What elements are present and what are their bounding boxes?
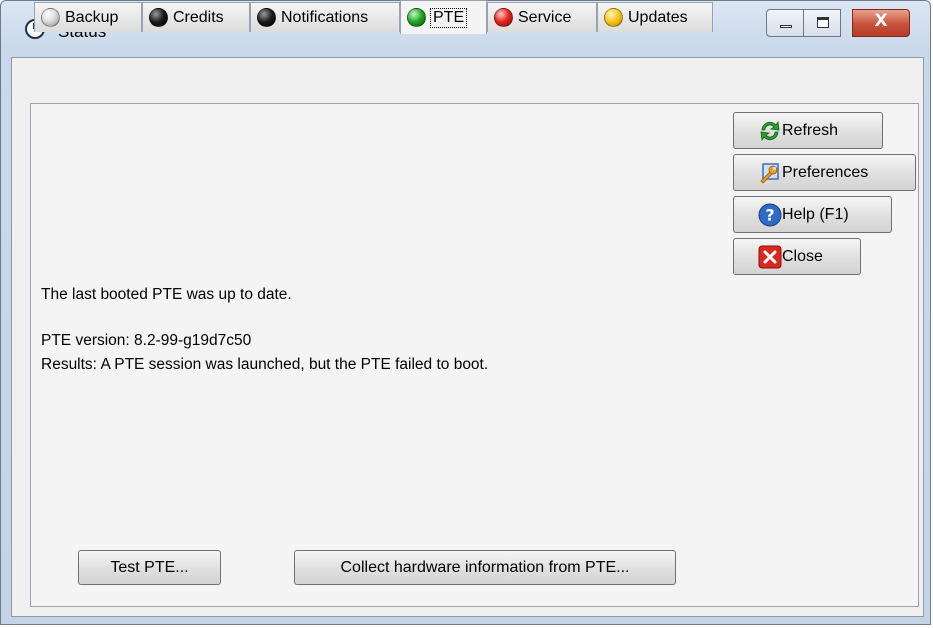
window-close-button[interactable]: X — [852, 9, 910, 37]
refresh-label: Refresh — [782, 121, 839, 139]
tab-label: Updates — [628, 8, 688, 26]
tab-label: Backup — [65, 8, 119, 26]
close-x-icon: X — [874, 11, 888, 31]
status-dot-icon — [41, 8, 60, 27]
collect-hardware-label: Collect hardware information from PTE... — [340, 558, 630, 576]
help-button[interactable]: ? Help (F1) — [733, 196, 892, 233]
wrench-icon — [760, 162, 779, 184]
status-dot-icon — [407, 8, 426, 27]
last-booted-text: The last booted PTE was up to date. — [41, 286, 292, 303]
test-pte-label: Test PTE... — [110, 558, 189, 576]
minimize-icon — [780, 25, 792, 28]
results-text: Results: A PTE session was launched, but… — [41, 356, 489, 373]
minimize-button[interactable] — [766, 9, 804, 37]
close-button[interactable]: Close — [733, 238, 861, 275]
tab-notifications[interactable]: Notifications — [250, 2, 400, 32]
pte-version-text: PTE version: 8.2-99-g19d7c50 — [41, 332, 252, 349]
refresh-icon — [760, 120, 780, 141]
tab-label: PTE — [429, 7, 468, 28]
tab-updates[interactable]: Updates — [597, 2, 713, 32]
help-icon: ? — [758, 203, 782, 226]
tab-backup[interactable]: Backup — [34, 2, 142, 32]
maximize-icon — [817, 17, 829, 28]
status-dot-icon — [257, 8, 276, 27]
test-pte-button[interactable]: Test PTE... — [78, 550, 221, 585]
tab-label: Service — [518, 8, 572, 26]
svg-text:?: ? — [765, 205, 774, 224]
collect-hardware-button[interactable]: Collect hardware information from PTE... — [294, 550, 676, 585]
tab-label: Notifications — [281, 8, 369, 26]
maximize-button[interactable] — [803, 9, 841, 37]
status-dot-icon — [149, 8, 168, 27]
tab-label: Credits — [173, 8, 224, 26]
help-label: Help (F1) — [782, 205, 849, 223]
close-label: Close — [782, 247, 823, 265]
preferences-label: Preferences — [782, 163, 869, 181]
status-dot-icon — [494, 8, 513, 27]
preferences-button[interactable]: Preferences — [733, 154, 916, 191]
status-dot-icon — [604, 8, 623, 27]
tab-service[interactable]: Service — [487, 2, 597, 32]
tab-credits[interactable]: Credits — [142, 2, 250, 32]
refresh-button[interactable]: Refresh — [733, 112, 883, 149]
tab-pte[interactable]: PTE — [400, 0, 487, 34]
close-icon — [758, 245, 782, 268]
